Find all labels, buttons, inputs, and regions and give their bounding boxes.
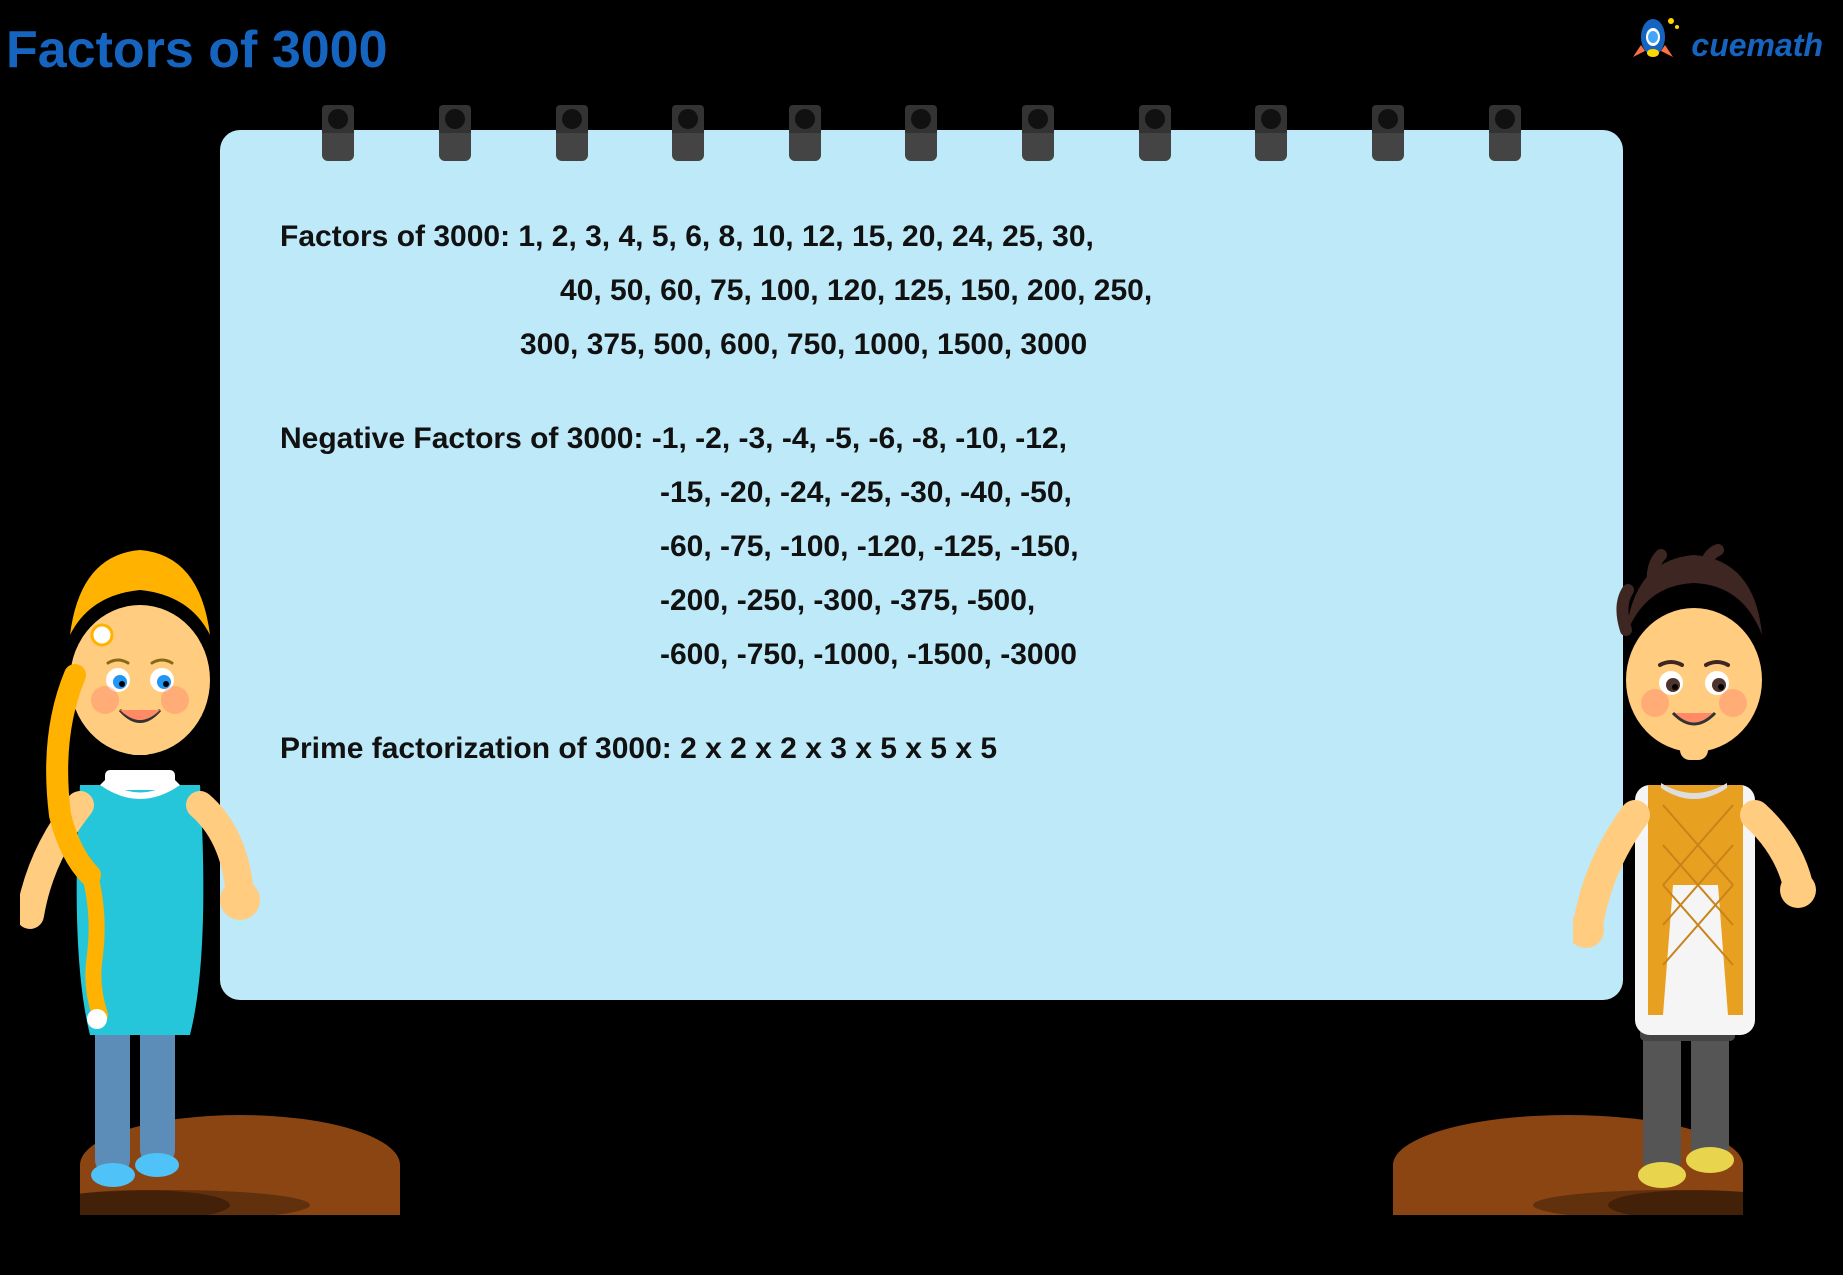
notebook: Factors of 3000: 1, 2, 3, 4, 5, 6, 8, 10… [220, 130, 1623, 1000]
spiral-11 [1489, 105, 1521, 160]
spiral-9 [1255, 105, 1287, 160]
rocket-icon [1623, 15, 1683, 75]
spiral-5 [789, 105, 821, 160]
spiral-10 [1372, 105, 1404, 160]
prime-line: Prime factorization of 3000: 2 x 2 x 2 x… [280, 722, 1563, 776]
negative-line2: -15, -20, -24, -25, -30, -40, -50, [280, 466, 1563, 520]
factors-line1: Factors of 3000: 1, 2, 3, 4, 5, 6, 8, 10… [280, 210, 1563, 264]
girl-character [0, 515, 280, 1215]
spiral-1 [322, 105, 354, 160]
factors-line3: 300, 375, 500, 600, 750, 1000, 1500, 300… [280, 318, 1563, 372]
spiral-8 [1139, 105, 1171, 160]
header: Factors of 3000 [6, 20, 388, 80]
spirals [280, 100, 1563, 160]
logo-text: cuemath [1691, 27, 1823, 64]
spiral-2 [439, 105, 471, 160]
notebook-content: Factors of 3000: 1, 2, 3, 4, 5, 6, 8, 10… [280, 210, 1563, 776]
boy-character [1563, 515, 1843, 1215]
negative-line1: Negative Factors of 3000: -1, -2, -3, -4… [280, 412, 1563, 466]
spiral-6 [905, 105, 937, 160]
negative-line5: -600, -750, -1000, -1500, -3000 [280, 628, 1563, 682]
page-title: Factors of 3000 [6, 21, 388, 79]
negative-factors-section: Negative Factors of 3000: -1, -2, -3, -4… [280, 412, 1563, 682]
girl-svg [20, 535, 260, 1215]
spiral-7 [1022, 105, 1054, 160]
boy-svg [1573, 535, 1823, 1215]
logo-area: cuemath [1623, 15, 1823, 75]
factors-line2: 40, 50, 60, 75, 100, 120, 125, 150, 200,… [280, 264, 1563, 318]
negative-line4: -200, -250, -300, -375, -500, [280, 574, 1563, 628]
factors-section: Factors of 3000: 1, 2, 3, 4, 5, 6, 8, 10… [280, 210, 1563, 372]
spiral-3 [556, 105, 588, 160]
spiral-4 [672, 105, 704, 160]
notebook-container: Factors of 3000: 1, 2, 3, 4, 5, 6, 8, 10… [220, 100, 1623, 1000]
negative-line3: -60, -75, -100, -120, -125, -150, [280, 520, 1563, 574]
prime-factorization-section: Prime factorization of 3000: 2 x 2 x 2 x… [280, 722, 1563, 776]
